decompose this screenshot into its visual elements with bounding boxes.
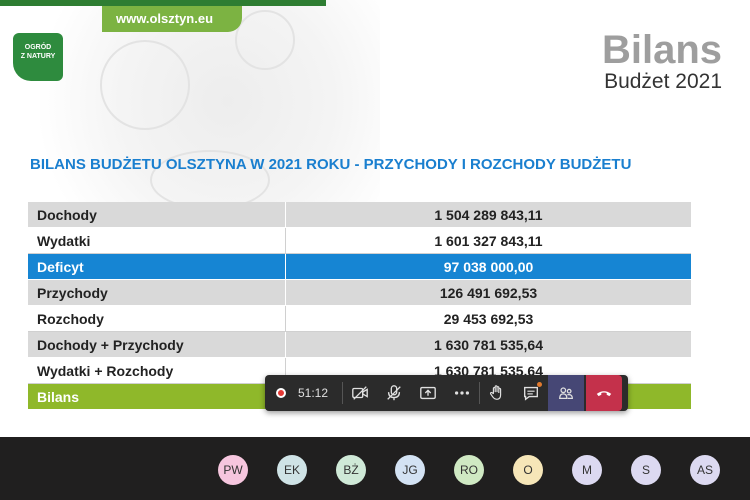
participant-avatar[interactable]: RO <box>454 455 484 485</box>
participant-avatar[interactable]: JG <box>395 455 425 485</box>
meeting-control-bar: 51:12 <box>265 375 628 411</box>
row-value: 29 453 692,53 <box>443 311 534 327</box>
participant-avatar[interactable]: EK <box>277 455 307 485</box>
table-row: Dochody + Przychody 1 630 781 535,64 <box>28 332 691 358</box>
notification-dot <box>537 382 543 387</box>
participant-avatar[interactable]: BŻ <box>336 455 366 485</box>
logo-text: OGRÓD Z NATURY <box>20 44 56 60</box>
table-row: Dochody 1 504 289 843,11 <box>28 202 691 228</box>
slide-subtitle: Budżet 2021 <box>604 70 722 93</box>
slide-title: Bilans <box>601 28 722 72</box>
row-label: Dochody <box>28 202 286 227</box>
participant-avatar[interactable]: O <box>513 455 543 485</box>
raise-hand-icon[interactable] <box>480 375 514 411</box>
participant-avatar[interactable]: AS <box>690 455 720 485</box>
row-label: Deficyt <box>28 254 286 279</box>
record-icon[interactable] <box>276 388 286 398</box>
hang-up-button[interactable] <box>586 375 623 411</box>
camera-off-icon[interactable] <box>343 375 377 411</box>
row-label: Bilans <box>37 389 80 405</box>
row-value: 1 630 781 535,64 <box>434 337 543 353</box>
participant-avatar[interactable]: PW <box>218 455 248 485</box>
banknote-decoration <box>235 10 295 70</box>
row-label: Dochody + Przychody <box>28 332 286 357</box>
table-row: Wydatki 1 601 327 843,11 <box>28 228 691 254</box>
row-value: 1 504 289 843,11 <box>434 207 543 223</box>
share-icon[interactable] <box>411 375 445 411</box>
table-row: Rozchody 29 453 692,53 <box>28 306 691 332</box>
row-label: Rozchody <box>28 306 286 331</box>
more-icon[interactable] <box>445 375 479 411</box>
banknote-decoration <box>100 40 190 130</box>
slide-url: www.olsztyn.eu <box>116 11 214 26</box>
participant-avatar[interactable]: S <box>631 455 661 485</box>
table-row: Przychody 126 491 692,53 <box>28 280 691 306</box>
row-value: 97 038 000,00 <box>443 259 534 275</box>
hang-up-icon <box>596 391 612 397</box>
chat-icon[interactable] <box>514 375 548 411</box>
row-value: 126 491 692,53 <box>439 285 538 301</box>
row-label: Wydatki + Rozchody <box>28 358 286 383</box>
table-heading: BILANS BUDŻETU OLSZTYNA W 2021 ROKU - PR… <box>30 156 632 173</box>
row-label: Wydatki <box>28 228 286 253</box>
people-icon[interactable] <box>548 375 585 411</box>
table-row-highlight: Deficyt 97 038 000,00 <box>28 254 691 280</box>
meeting-timer: 51:12 <box>298 386 329 400</box>
mic-off-icon[interactable] <box>377 375 411 411</box>
participant-avatar[interactable]: M <box>572 455 602 485</box>
row-value: 1 601 327 843,11 <box>434 233 543 249</box>
presentation-slide: www.olsztyn.eu OGRÓD Z NATURY Bilans Budż… <box>0 0 750 437</box>
row-label: Przychody <box>28 280 286 305</box>
